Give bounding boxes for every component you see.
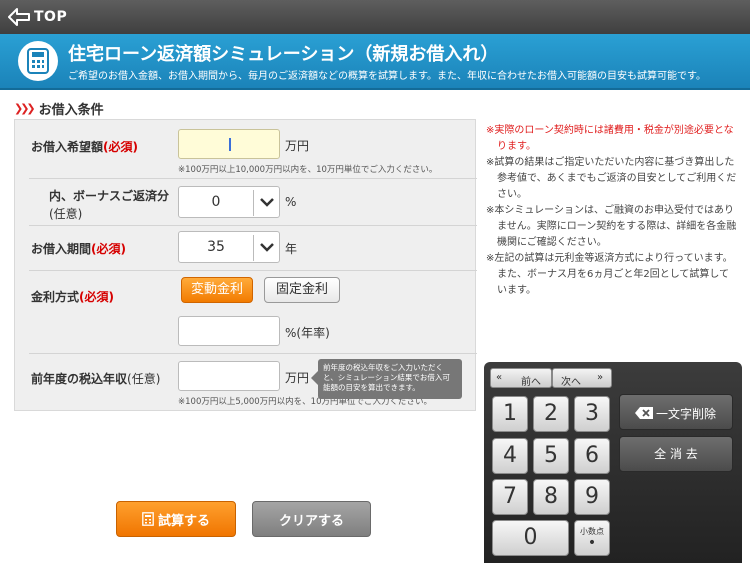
row-divider [29,225,477,226]
key-1[interactable]: 1 [492,396,528,432]
dot-icon: • [587,535,597,551]
rate-type-label: 金利方式(必須) [31,290,114,304]
interest-rate-unit: %(年率) [285,326,330,340]
section-title: ❯❯❯ お借入条件 [14,99,104,118]
top-back-label: TOP [34,9,68,25]
income-optional-label: (任意) [127,372,161,386]
bonus-unit: % [285,195,297,209]
amount-label: お借入希望額(必須) [31,140,138,154]
clear-all-button[interactable]: 全 消 去 [619,436,733,472]
key-0[interactable]: 0 [492,520,569,556]
page-header: 住宅ローン返済額シミュレーション（新規お借入れ） ご希望のお借入金額、お借入期間… [0,34,750,90]
disclaimer-notes: ※実際のローン契約時には諸費用・税金が別途必要となります。 ※試算の結果はご指定… [486,123,738,299]
calculator-icon [142,512,154,526]
top-back-button[interactable]: TOP [8,5,67,29]
row-divider [29,178,477,179]
key-4[interactable]: 4 [492,438,528,474]
period-required-mark: (必須) [91,242,126,256]
calculator-icon [18,41,58,81]
bonus-optional-label: (任意) [49,207,83,221]
interest-rate-input[interactable] [178,316,280,346]
bonus-value: 0 [211,194,221,210]
period-select[interactable]: 35 [178,231,280,263]
page-title: 住宅ローン返済額シミュレーション（新規お借入れ） [68,44,499,65]
decimal-point-button[interactable]: 小数点 • [574,520,610,556]
numeric-keypad: « 前へ 次へ » 1 2 3 4 5 6 7 8 9 0 小数点 • 一文字削… [484,362,742,563]
calculate-button[interactable]: 試算する [116,501,236,537]
amount-note: ※100万円以上10,000万円以内を、10万円単位でご入力ください。 [178,165,438,175]
back-arrow-icon [8,8,30,26]
double-chevron-left-icon: « [496,372,503,383]
chevron-down-icon [260,198,274,207]
clear-label: クリアする [278,513,344,529]
key-2[interactable]: 2 [533,396,569,432]
bonus-label: 内、ボーナスご返済分 [49,189,170,203]
page-subtitle: ご希望のお借入金額、お借入期間から、毎月のご返済額などの概算を試算します。また、… [68,71,706,82]
delete-char-button[interactable]: 一文字削除 [619,394,733,430]
income-input[interactable] [178,361,280,391]
note-item: ※試算の結果はご指定いただいた内容に基づき算出した参考値で、あくまでもご返済の目… [486,157,737,200]
key-3[interactable]: 3 [574,396,610,432]
note-item: ※左記の試算は元利金等返済方式により行っています。また、ボーナス月を6ヵ月ごと年… [486,253,733,296]
next-field-button[interactable]: 次へ » [552,368,612,388]
text-caret [229,138,231,151]
period-value: 35 [207,239,225,255]
section-arrows-icon: ❯❯❯ [14,102,36,115]
amount-input[interactable] [178,129,280,159]
fixed-rate-button[interactable]: 固定金利 [264,277,340,303]
key-6[interactable]: 6 [574,438,610,474]
section-title-text: お借入条件 [38,103,104,118]
rate-type-required-mark: (必須) [79,290,114,304]
amount-unit: 万円 [285,139,310,153]
variable-rate-button[interactable]: 変動金利 [181,277,253,303]
key-7[interactable]: 7 [492,479,528,515]
key-9[interactable]: 9 [574,479,610,515]
prev-field-button[interactable]: « 前へ [490,368,552,388]
clear-button[interactable]: クリアする [252,501,371,537]
chevron-down-icon [260,243,274,252]
calculate-label: 試算する [157,513,210,529]
double-chevron-right-icon: » [597,372,604,383]
amount-required-mark: (必須) [103,140,138,154]
top-bar: TOP [0,0,750,34]
key-8[interactable]: 8 [533,479,569,515]
note-item: ※実際のローン契約時には諸費用・税金が別途必要となります。 [486,125,734,152]
note-item: ※本シミュレーションは、ご融資のお申込受付ではありません。実際にローン契約をする… [486,205,737,248]
bonus-select[interactable]: 0 [178,186,280,218]
period-label: お借入期間(必須) [31,242,126,256]
backspace-icon [635,407,653,419]
income-unit: 万円 [285,371,310,385]
income-label: 前年度の税込年収(任意) [31,372,161,386]
row-divider [29,270,477,271]
period-unit: 年 [285,242,298,256]
key-5[interactable]: 5 [533,438,569,474]
row-divider [29,353,477,354]
income-tooltip: 前年度の税込年収をご入力いただくと、シミュレーション結果でお借入可能額の目安を算… [311,359,462,399]
